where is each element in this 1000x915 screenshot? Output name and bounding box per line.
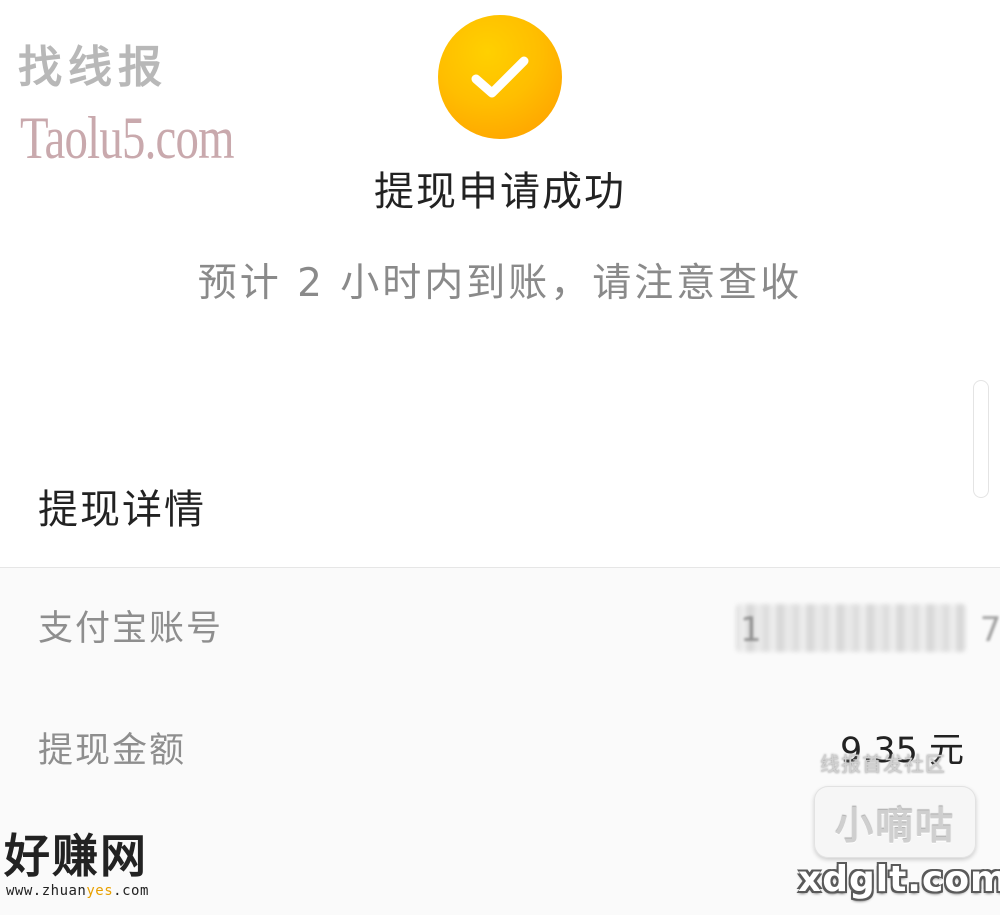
redacted-text: 1 7 bbox=[740, 610, 1000, 650]
watermark-site-name: 找线报 bbox=[18, 42, 168, 93]
checkmark-icon bbox=[471, 56, 529, 98]
url-suffix: .com bbox=[113, 883, 149, 899]
details-heading: 提现详情 bbox=[38, 487, 206, 533]
watermark-xiaodigu-badge: 小嘀咕 bbox=[814, 786, 976, 858]
withdraw-amount-label: 提现金额 bbox=[38, 731, 187, 771]
success-badge bbox=[438, 15, 562, 139]
url-prefix: www.zhuan bbox=[6, 883, 87, 899]
watermark-xdglt-domain: xdglt.com bbox=[798, 859, 1000, 900]
success-title: 提现申请成功 bbox=[374, 169, 626, 215]
success-subtitle: 预计 2 小时内到账，请注意查收 bbox=[197, 261, 803, 306]
url-accent: yes bbox=[86, 883, 114, 899]
watermark-haozhuan-name: 好赚网 bbox=[4, 829, 148, 883]
scroll-indicator[interactable] bbox=[973, 380, 989, 498]
alipay-account-value-redacted: 1 7 bbox=[736, 604, 1000, 652]
alipay-account-label: 支付宝账号 bbox=[38, 609, 224, 649]
watermark-community-tagline: 线报首发社区 bbox=[820, 752, 946, 776]
watermark-haozhuan-url: www.zhuanyes.com bbox=[6, 884, 149, 898]
watermark-site-domain: Taolu5.com bbox=[20, 105, 235, 171]
watermark-xiaodigu-name: 小嘀咕 bbox=[834, 803, 955, 848]
